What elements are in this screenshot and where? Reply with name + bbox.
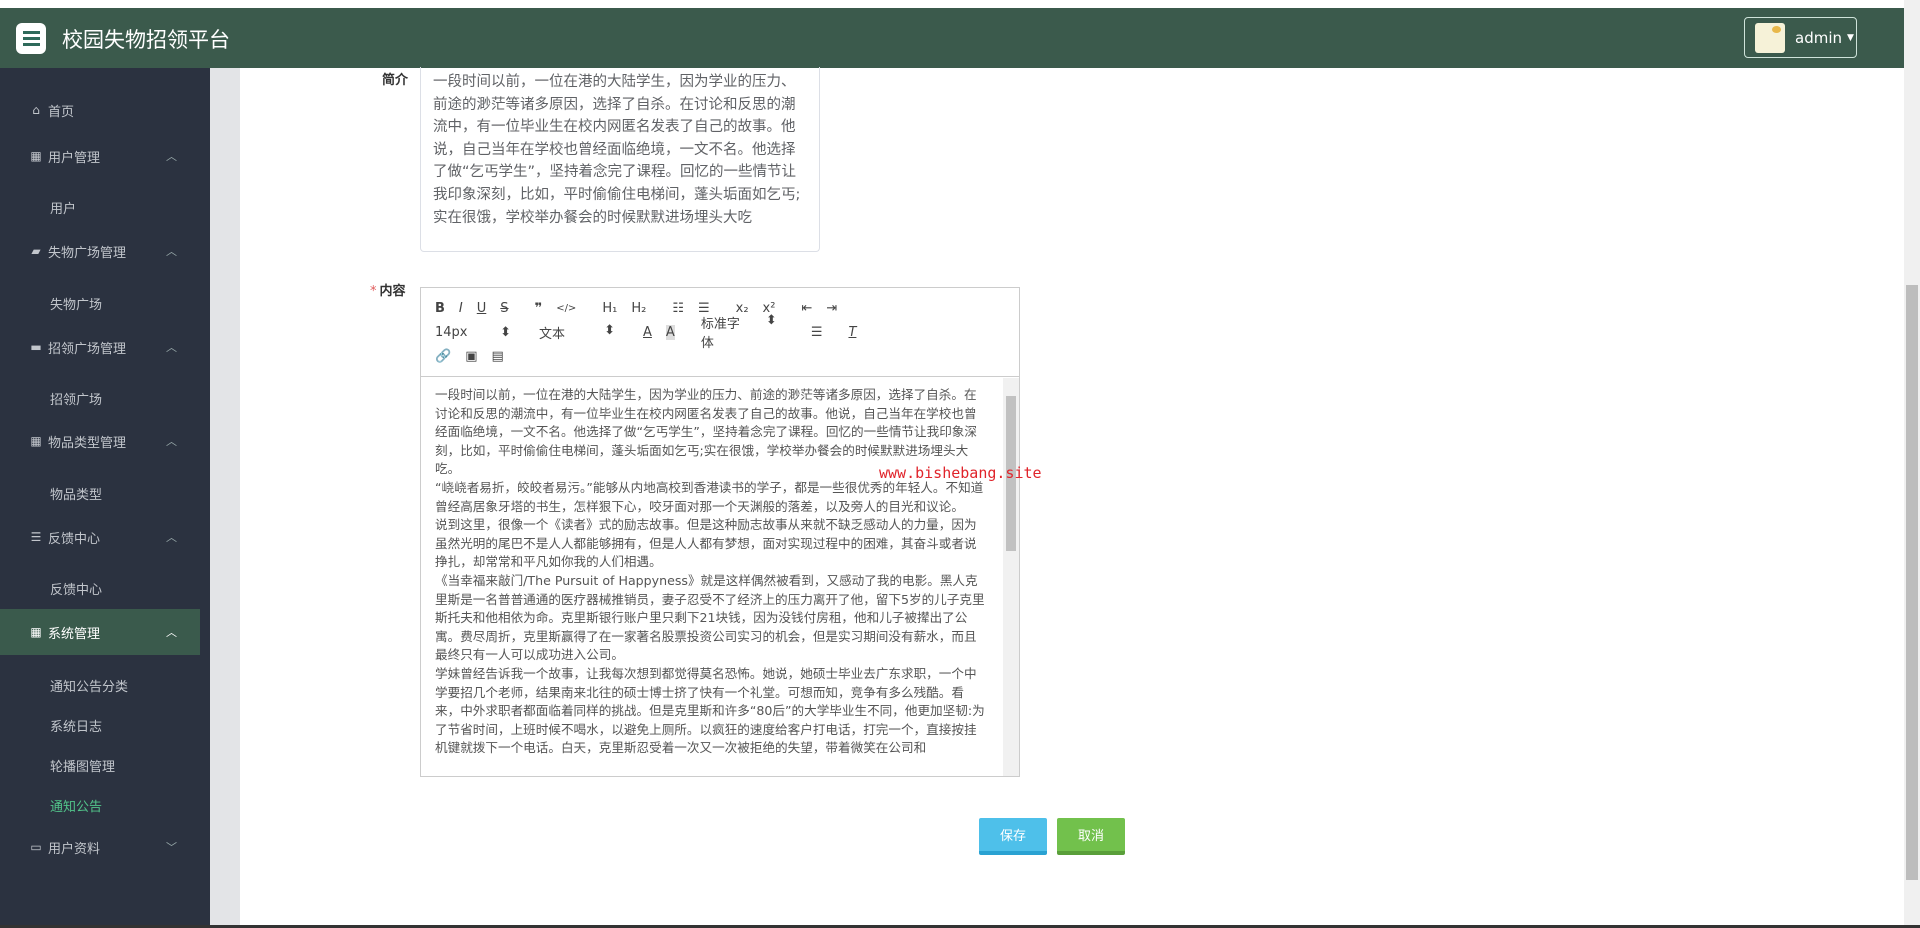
username: admin <box>1795 28 1842 47</box>
editor-scrollbar[interactable] <box>1003 378 1019 776</box>
sidebar-item-lost-mgmt[interactable]: ▰ 失物广场管理 ︿ <box>0 228 200 274</box>
sidebar-subitem-system-log[interactable]: 系统日志 <box>50 716 102 735</box>
sidebar-item-system[interactable]: ▦ 系统管理 ︿ <box>0 609 200 655</box>
blockquote-icon[interactable]: ❞ <box>535 301 543 316</box>
user-menu[interactable]: admin ▼ <box>1744 17 1857 58</box>
top-header: 校园失物招领平台 admin ▼ <box>0 8 1904 68</box>
editor-toolbar: B I U S ❞ </> H₁ H₂ ☷ ☰ x₂ x² ⇤ ⇥ 14px ⬍ … <box>421 288 1019 377</box>
app-title: 校园失物招领平台 <box>62 28 230 52</box>
outdent-icon[interactable]: ⇤ <box>801 301 812 316</box>
rich-text-editor: B I U S ❞ </> H₁ H₂ ☷ ☰ x₂ x² ⇤ ⇥ 14px ⬍ … <box>420 287 1020 777</box>
text-color-icon[interactable]: A <box>643 325 652 340</box>
sidebar-item-found-mgmt[interactable]: ▬ 招领广场管理 ︿ <box>0 324 200 370</box>
caret-down-icon: ▼ <box>1847 32 1854 43</box>
chevron-up-icon: ︿ <box>166 626 177 639</box>
chevron-up-icon: ︿ <box>166 531 177 544</box>
content-gutter <box>210 68 240 928</box>
watermark: www.bishebang.site <box>879 464 1042 482</box>
intro-textarea[interactable]: 一段时间以前，一位在港的大陆学生，因为学业的压力、前途的渺茫等诸多原因，选择了自… <box>420 67 820 252</box>
align-icon[interactable]: ☰ <box>811 325 823 340</box>
h2-icon[interactable]: H₂ <box>631 301 646 316</box>
menu-toggle-button[interactable] <box>16 23 46 54</box>
header-select[interactable]: 文本 ⬍ <box>539 323 629 342</box>
sidebar-subitem-notice-category[interactable]: 通知公告分类 <box>50 676 128 695</box>
strikethrough-icon[interactable]: S <box>500 301 508 316</box>
sidebar-subitem-carousel[interactable]: 轮播图管理 <box>50 756 115 775</box>
italic-icon[interactable]: I <box>459 301 463 316</box>
indent-icon[interactable]: ⇥ <box>826 301 837 316</box>
font-size-select[interactable]: 14px ⬍ <box>435 325 525 340</box>
paragraph: 《当幸福来敲门/The Pursuit of Happyness》就是这样偶然被… <box>435 572 985 663</box>
page-scrollbar[interactable] <box>1904 0 1920 928</box>
sidebar-subitem-user[interactable]: 用户 <box>50 198 76 217</box>
paragraph: “峣峣者易折，皎皎者易污。”能够从内地高校到香港读书的学子，都是一些很优秀的年轻… <box>435 479 984 514</box>
grid-icon: ▦ <box>30 625 42 639</box>
avatar <box>1755 22 1785 53</box>
grid-icon: ▦ <box>30 149 42 163</box>
calendar-icon: ▭ <box>30 840 42 854</box>
save-button[interactable]: 保存 <box>979 818 1047 855</box>
chevron-up-icon: ︿ <box>166 245 177 258</box>
sidebar-subitem-notice[interactable]: 通知公告 <box>50 796 102 815</box>
underline-icon[interactable]: U <box>477 301 487 316</box>
sidebar-subitem-found[interactable]: 招领广场 <box>50 389 102 408</box>
content-label: * 内容 <box>370 284 406 299</box>
font-family-select[interactable]: 标准字体 ⬍ <box>701 313 791 351</box>
video-icon[interactable]: ▤ <box>491 349 503 364</box>
chevron-down-icon: ﹀ <box>166 841 177 854</box>
chevron-up-icon: ︿ <box>166 150 177 163</box>
sidebar-subitem-type[interactable]: 物品类型 <box>50 484 102 503</box>
page-scroll-thumb[interactable] <box>1906 285 1918 880</box>
paragraph: 说到这里，很像一个《读者》式的励志故事。但是这种励志故事从来就不缺乏感动人的力量… <box>435 517 977 570</box>
sidebar-item-feedback[interactable]: ☰ 反馈中心 ︿ <box>0 514 200 560</box>
home-icon: ⌂ <box>32 103 40 117</box>
paragraph: 学妹曾经告诉我一个故事，让我每次想到都觉得莫名恐怖。她说，她硕士毕业去广东求职，… <box>435 665 985 756</box>
editor-content[interactable]: 一段时间以前，一位在港的大陆学生，因为学业的压力、前途的渺茫等诸多原因，选择了自… <box>421 378 1003 776</box>
folder-icon: ▰ <box>31 244 41 258</box>
bold-icon[interactable]: B <box>435 301 445 316</box>
sidebar-subitem-feedback[interactable]: 反馈中心 <box>50 579 102 598</box>
grid-icon: ▦ <box>30 434 42 448</box>
briefcase-icon: ▬ <box>30 340 42 354</box>
sidebar-item-home[interactable]: ⌂ 首页 <box>0 87 200 133</box>
ordered-list-icon[interactable]: ☷ <box>672 301 684 316</box>
image-icon[interactable]: ▣ <box>465 349 477 364</box>
code-icon[interactable]: </> <box>556 303 576 314</box>
chevron-up-icon: ︿ <box>166 341 177 354</box>
clear-format-icon[interactable]: T <box>848 325 856 340</box>
sidebar-item-profile[interactable]: ▭ 用户资料 ﹀ <box>0 824 200 870</box>
sidebar: ⌂ 首页 ▦ 用户管理 ︿ 用户 ▰ 失物广场管理 ︿ 失物广场 ▬ 招领广场管理 ︿ 招领广… <box>0 68 210 928</box>
h1-icon[interactable]: H₁ <box>602 301 617 316</box>
link-icon[interactable]: 🔗 <box>435 349 451 364</box>
intro-label: 简介 <box>382 73 409 88</box>
background-color-icon[interactable]: A <box>665 324 675 340</box>
list-icon: ☰ <box>30 530 42 544</box>
cancel-button[interactable]: 取消 <box>1057 818 1125 855</box>
chevron-up-icon: ︿ <box>166 435 177 448</box>
sidebar-subitem-lost[interactable]: 失物广场 <box>50 294 102 313</box>
sidebar-item-type-mgmt[interactable]: ▦ 物品类型管理 ︿ <box>0 418 200 464</box>
sidebar-item-user-mgmt[interactable]: ▦ 用户管理 ︿ <box>0 133 200 179</box>
